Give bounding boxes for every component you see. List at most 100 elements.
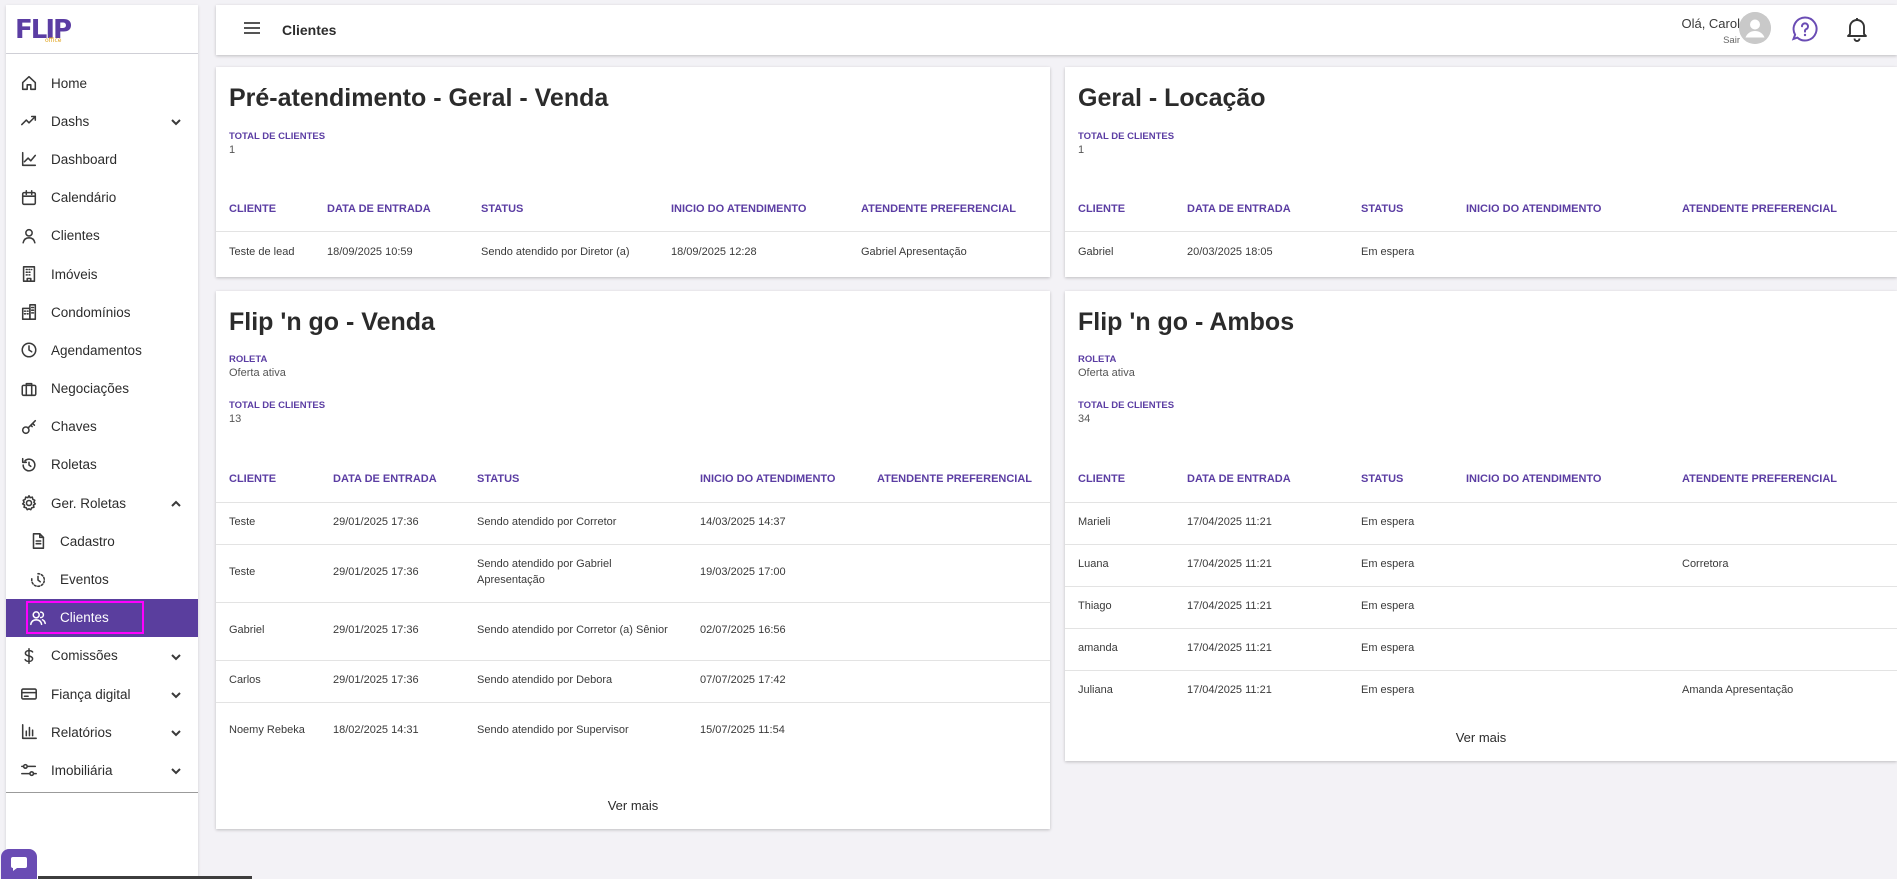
sidebar-item-dashs[interactable]: Dashs <box>6 102 198 140</box>
key-icon <box>20 418 38 436</box>
menu-toggle-icon[interactable] <box>244 22 260 36</box>
logo-text: FLIP office <box>15 15 72 45</box>
table-row[interactable]: Teste de lead 18/09/2025 10:59 Sendo atend… <box>216 230 1050 275</box>
table-cell: 17/04/2025 11:21 <box>1174 627 1348 670</box>
sidebar-item-negociacoes[interactable]: Negociações <box>6 370 198 408</box>
table-cell: 14/03/2025 14:37 <box>687 501 864 544</box>
total-clients: TOTAL DE CLIENTES 1 <box>229 131 325 156</box>
card-flip-n-go-venda: Flip 'n go - Venda ROLETA Oferta ativa T… <box>216 291 1050 829</box>
table-row[interactable]: Juliana 17/04/2025 11:21 Em espera Amanda A… <box>1065 669 1897 712</box>
calendar-icon <box>20 189 38 207</box>
column-header: STATUS <box>1361 202 1404 215</box>
dollar-icon <box>20 647 38 665</box>
sidebar-item-label: Comissões <box>51 648 118 664</box>
sidebar-item-home[interactable]: Home <box>6 64 198 102</box>
avatar[interactable] <box>1739 12 1771 44</box>
chevron-down-icon[interactable] <box>170 115 182 127</box>
table-row[interactable]: amanda 17/04/2025 11:21 Em espera <box>1065 627 1897 670</box>
table-cell: Sendo atendido por Supervisor <box>464 701 687 760</box>
condo-icon <box>20 303 38 321</box>
table-cell: 17/04/2025 11:21 <box>1174 669 1348 712</box>
card-geral-locacao: Geral - Locação TOTAL DE CLIENTES 1 CLIE… <box>1065 67 1897 277</box>
sidebar-item-cadastro-sub[interactable]: Cadastro <box>6 522 198 560</box>
chevron-down-icon[interactable] <box>170 688 182 700</box>
bar-chart-icon <box>20 723 38 741</box>
table-row[interactable]: Luana 17/04/2025 11:21 Em espera Corretora <box>1065 543 1897 586</box>
table-row[interactable]: Marieli 17/04/2025 11:21 Em espera <box>1065 501 1897 544</box>
sidebar-item-relatorios[interactable]: Relatórios <box>6 713 198 751</box>
table-cell: Em espera <box>1348 501 1453 544</box>
notification-bell-icon[interactable] <box>1843 15 1871 43</box>
table-row[interactable]: Gabriel 29/01/2025 17:36 Sendo atendido po… <box>216 601 1050 660</box>
sidebar-item-roletas[interactable]: Roletas <box>6 446 198 484</box>
column-header: CLIENTE <box>229 202 277 215</box>
table-row[interactable]: Thiago 17/04/2025 11:21 Em espera <box>1065 585 1897 628</box>
chevron-down-icon[interactable] <box>170 650 182 662</box>
column-header: DATA DE ENTRADA <box>327 202 431 215</box>
table-cell <box>1453 543 1669 586</box>
total-label: TOTAL DE CLIENTES <box>1078 400 1175 411</box>
table-cell <box>1453 627 1669 670</box>
table-cell <box>864 501 1050 544</box>
sidebar-item-comissoes[interactable]: Comissões <box>6 637 198 675</box>
table-cell: Thiago <box>1065 585 1174 628</box>
table-cell: Em espera <box>1348 585 1453 628</box>
chevron-down-icon[interactable] <box>170 726 182 738</box>
users-icon <box>29 609 47 627</box>
clients-table: CLIENTE DATA DE ENTRADA STATUS INICIO DO AT… <box>1065 458 1897 712</box>
sidebar-item-dashboard[interactable]: Dashboard <box>6 140 198 178</box>
logout-link[interactable]: Sair <box>1681 35 1740 46</box>
sidebar-item-imoveis[interactable]: Imóveis <box>6 255 198 293</box>
sidebar-item-eventos-sub[interactable]: Eventos <box>6 560 198 598</box>
ver-mais-button[interactable]: Ver mais <box>1065 730 1897 745</box>
logo-subtitle: office <box>45 37 62 44</box>
table-row[interactable]: Carlos 29/01/2025 17:36 Sendo atendido por… <box>216 659 1050 702</box>
card-pre-atendimento-venda: Pré-atendimento - Geral - Venda TOTAL DE… <box>216 67 1050 277</box>
sidebar-item-calendario[interactable]: Calendário <box>6 179 198 217</box>
table-row[interactable]: Gabriel 20/03/2025 18:05 Em espera <box>1065 230 1897 275</box>
table-row[interactable]: Noemy Rebeka 18/02/2025 14:31 Sendo atendi… <box>216 701 1050 760</box>
column-header: STATUS <box>1361 472 1404 485</box>
sidebar-item-fianca-digital[interactable]: Fiança digital <box>6 675 198 713</box>
table-cell <box>864 701 1050 760</box>
roleta-label: ROLETA <box>1078 354 1117 365</box>
sidebar: FLIP office Home Dashs Dashboard Calendário C… <box>6 5 198 879</box>
sidebar-item-label: Calendário <box>51 190 117 206</box>
table-cell: Em espera <box>1348 669 1453 712</box>
table-row[interactable]: Teste 29/01/2025 17:36 Sendo atendido por … <box>216 543 1050 602</box>
sidebar-item-condominios[interactable]: Condomínios <box>6 293 198 331</box>
chat-widget-button[interactable] <box>1 849 37 879</box>
table-row[interactable]: Teste 29/01/2025 17:36 Sendo atendido por … <box>216 501 1050 544</box>
table-cell: Teste de lead <box>216 230 314 275</box>
sidebar-nav: Home Dashs Dashboard Calendário Clientes Imóv… <box>6 64 198 790</box>
chevron-down-icon[interactable] <box>170 764 182 776</box>
sidebar-item-label: Relatórios <box>51 724 112 740</box>
table-cell: Sendo atendido por Corretor <box>464 501 687 544</box>
roleta-info: ROLETA Oferta ativa <box>229 354 286 379</box>
chevron-up-icon[interactable] <box>170 497 182 509</box>
column-header: CLIENTE <box>1078 202 1126 215</box>
table-cell: Amanda Apresentação <box>1669 669 1897 712</box>
roleta-label: ROLETA <box>229 354 268 365</box>
sidebar-item-clientes-sub[interactable]: Clientes <box>6 598 198 637</box>
column-header: INICIO DO ATENDIMENTO <box>671 202 807 215</box>
help-icon[interactable] <box>1791 15 1819 43</box>
table-cell <box>1453 669 1669 712</box>
sidebar-item-ger-roletas[interactable]: Ger. Roletas <box>6 484 198 522</box>
sidebar-item-chaves[interactable]: Chaves <box>6 408 198 446</box>
sidebar-item-clientes[interactable]: Clientes <box>6 217 198 255</box>
sidebar-item-label: Chaves <box>51 419 97 435</box>
total-value: 1 <box>1078 144 1085 156</box>
table-cell: Corretora <box>1669 543 1897 586</box>
logo[interactable]: FLIP office <box>6 5 198 54</box>
total-clients: TOTAL DE CLIENTES 13 <box>229 400 325 425</box>
sidebar-item-agendamentos[interactable]: Agendamentos <box>6 331 198 369</box>
ver-mais-button[interactable]: Ver mais <box>216 798 1050 813</box>
card-title: Flip 'n go - Ambos <box>1078 308 1295 336</box>
table-cell: Sendo atendido por Debora <box>464 659 687 702</box>
table-cell: 17/04/2025 11:21 <box>1174 501 1348 544</box>
table-cell <box>1453 501 1669 544</box>
sidebar-item-label: Clientes <box>60 610 109 626</box>
sidebar-item-label: Roletas <box>51 457 97 473</box>
sidebar-item-imobiliaria[interactable]: Imobiliária <box>6 751 198 789</box>
